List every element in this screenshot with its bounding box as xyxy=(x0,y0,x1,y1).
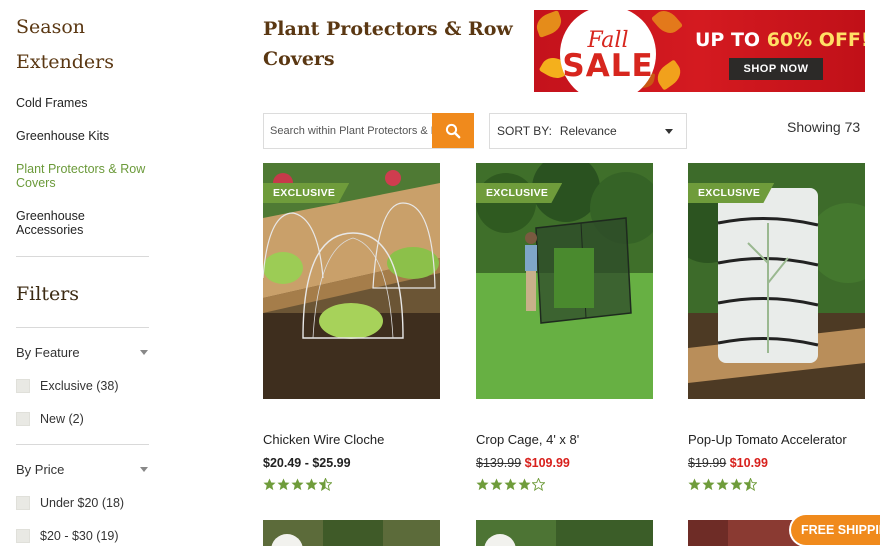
star-full-icon xyxy=(263,478,276,491)
shop-now-button[interactable]: SHOP NOW xyxy=(729,58,823,80)
leaf-decoration xyxy=(534,10,565,38)
star-half-icon xyxy=(744,478,757,491)
sale-badge: Fall SALE xyxy=(560,10,656,92)
star-empty-icon xyxy=(532,478,545,491)
chevron-down-icon xyxy=(140,350,148,355)
sort-select[interactable]: SORT BY: Relevance xyxy=(489,113,687,149)
sale-price: $109.99 xyxy=(524,456,570,470)
product-image-next-row[interactable] xyxy=(263,520,440,546)
filters-heading: Filters xyxy=(16,283,80,305)
leaf-decoration xyxy=(652,59,686,91)
category-cold-frames[interactable]: Cold Frames xyxy=(16,96,150,110)
product-card[interactable]: EXCLUSIVE Pop-Up Tomato Accelerator $19.… xyxy=(688,163,865,491)
filter-option-new[interactable]: New (2) xyxy=(16,411,150,426)
product-image-chicken-wire-cloche[interactable]: EXCLUSIVE xyxy=(263,163,440,399)
filter-option-exclusive[interactable]: Exclusive (38) xyxy=(16,378,150,393)
star-full-icon xyxy=(291,478,304,491)
offer-text: UP TO 60% OFF! xyxy=(695,29,865,51)
results-count: Showing 73 xyxy=(787,119,861,135)
filter-option-under-20[interactable]: Under $20 (18) xyxy=(16,495,150,510)
free-shipping-tab[interactable]: FREE SHIPPING xyxy=(791,515,880,545)
chevron-down-icon xyxy=(140,467,148,472)
filter-by-price-toggle[interactable]: By Price xyxy=(16,462,150,477)
star-half-icon xyxy=(319,478,332,491)
exclusive-badge: EXCLUSIVE xyxy=(476,183,563,203)
search-input[interactable] xyxy=(264,114,432,148)
exclusive-badge: EXCLUSIVE xyxy=(688,183,775,203)
original-price: $139.99 xyxy=(476,456,522,470)
checkbox[interactable] xyxy=(16,378,30,393)
filter-option-label: $20 - $30 (19) xyxy=(40,528,119,543)
category-greenhouse-accessories[interactable]: Greenhouse Accessories xyxy=(16,209,150,237)
filter-by-feature-toggle[interactable]: By Feature xyxy=(16,345,150,360)
product-name[interactable]: Pop-Up Tomato Accelerator xyxy=(688,432,865,447)
rating-stars xyxy=(476,478,653,491)
exclusive-badge: EXCLUSIVE xyxy=(263,183,350,203)
checkbox[interactable] xyxy=(16,411,30,426)
divider xyxy=(16,444,149,445)
star-full-icon xyxy=(277,478,290,491)
fall-sale-banner[interactable]: Fall SALE UP TO 60% OFF! SHOP NOW xyxy=(534,10,865,92)
sidebar-title: Season Extenders xyxy=(16,16,114,73)
leaf-decoration xyxy=(650,10,684,39)
filter-option-label: Exclusive (38) xyxy=(40,378,119,393)
star-full-icon xyxy=(730,478,743,491)
star-full-icon xyxy=(716,478,729,491)
product-image-crop-cage[interactable]: EXCLUSIVE xyxy=(476,163,653,399)
product-image-next-row[interactable] xyxy=(476,520,653,546)
product-price: $20.49 - $25.99 xyxy=(263,456,351,470)
offer-percent: 60% OFF! xyxy=(766,29,865,51)
product-price: $139.99 $109.99 xyxy=(476,456,653,470)
sort-label: SORT BY: xyxy=(497,124,552,138)
star-full-icon xyxy=(504,478,517,491)
sale-price: $10.99 xyxy=(729,456,768,470)
checkbox[interactable] xyxy=(16,495,30,510)
product-price: $19.99 $10.99 xyxy=(688,456,865,470)
filter-by-feature-label: By Feature xyxy=(16,345,80,360)
search-icon xyxy=(445,123,461,138)
star-full-icon xyxy=(518,478,531,491)
chevron-down-icon xyxy=(665,129,673,134)
star-full-icon xyxy=(702,478,715,491)
sale-text: SALE xyxy=(562,48,654,84)
star-full-icon xyxy=(490,478,503,491)
product-card[interactable]: EXCLUSIVE Crop Cage, 4' x 8' $139.99 $10… xyxy=(476,163,653,491)
checkbox[interactable] xyxy=(16,528,30,543)
search-button[interactable] xyxy=(432,113,474,148)
filter-option-20-30[interactable]: $20 - $30 (19) xyxy=(16,528,150,543)
divider xyxy=(16,327,149,328)
divider xyxy=(16,256,149,257)
sort-value: Relevance xyxy=(559,124,617,138)
product-card[interactable]: EXCLUSIVE Chicken Wire Cloche $20.49 - $… xyxy=(263,163,440,491)
filter-option-label: Under $20 (18) xyxy=(40,495,125,510)
category-list: Cold Frames Greenhouse Kits Plant Protec… xyxy=(16,96,150,237)
filter-option-label: New (2) xyxy=(40,411,84,426)
rating-stars xyxy=(688,478,865,491)
product-name[interactable]: Chicken Wire Cloche xyxy=(263,432,440,447)
original-price: $19.99 xyxy=(688,456,727,470)
sidebar: Season Extenders Cold Frames Greenhouse … xyxy=(16,0,150,546)
page-title: Plant Protectors & Row Covers xyxy=(263,18,513,70)
product-image-pop-up-tomato-accelerator[interactable]: EXCLUSIVE xyxy=(688,163,865,399)
rating-stars xyxy=(263,478,440,491)
star-full-icon xyxy=(688,478,701,491)
search-within-box xyxy=(263,113,474,149)
product-name[interactable]: Crop Cage, 4' x 8' xyxy=(476,432,653,447)
star-full-icon xyxy=(476,478,489,491)
category-plant-protectors[interactable]: Plant Protectors & Row Covers xyxy=(16,162,150,190)
category-greenhouse-kits[interactable]: Greenhouse Kits xyxy=(16,129,150,143)
star-full-icon xyxy=(305,478,318,491)
filter-by-price-label: By Price xyxy=(16,462,65,477)
